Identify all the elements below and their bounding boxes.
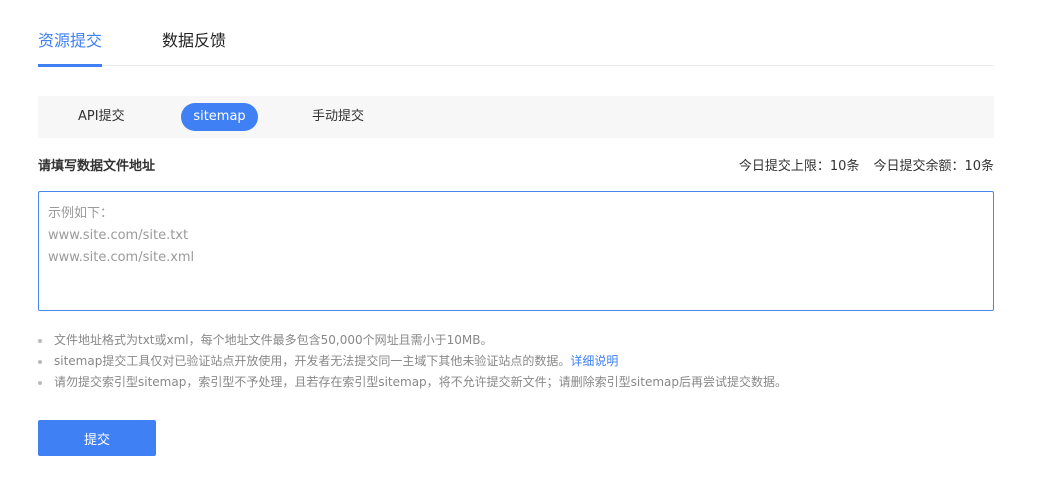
sitemap-url-input[interactable] [38, 191, 994, 311]
tab-manual-submit[interactable]: 手动提交 [312, 103, 364, 131]
note-text: 文件地址格式为txt或xml，每个地址文件最多包含50,000个网址且需小于10… [54, 333, 493, 347]
sitemap-submit-page: 资源提交 数据反馈 API提交 sitemap 手动提交 请填写数据文件地址 今… [0, 0, 1037, 480]
notes-list: 文件地址格式为txt或xml，每个地址文件最多包含50,000个网址且需小于10… [38, 330, 998, 393]
note-text: sitemap提交工具仅对已验证站点开放使用，开发者无法提交同一主域下其他未验证… [54, 354, 571, 368]
note-text: 请勿提交索引型sitemap，索引型不予处理，且若存在索引型sitemap，将不… [54, 375, 788, 389]
submit-method-tabs: API提交 sitemap 手动提交 [38, 96, 994, 138]
note-item-index: 请勿提交索引型sitemap，索引型不予处理，且若存在索引型sitemap，将不… [38, 372, 998, 393]
tab-data-feedback[interactable]: 数据反馈 [162, 30, 226, 66]
field-label: 请填写数据文件地址 [38, 159, 156, 174]
tab-api-submit[interactable]: API提交 [78, 103, 125, 131]
quota-remaining: 今日提交余额：10条 [873, 159, 994, 174]
note-item-format: 文件地址格式为txt或xml，每个地址文件最多包含50,000个网址且需小于10… [38, 330, 998, 351]
tab-sitemap[interactable]: sitemap [181, 103, 258, 131]
submit-button[interactable]: 提交 [38, 420, 156, 456]
note-item-verified: sitemap提交工具仅对已验证站点开放使用，开发者无法提交同一主域下其他未验证… [38, 351, 998, 372]
quota-info: 今日提交上限：10条 今日提交余额：10条 [739, 158, 994, 176]
tab-resource-submit[interactable]: 资源提交 [38, 30, 102, 67]
detail-link[interactable]: 详细说明 [570, 354, 618, 368]
top-tab-bar: 资源提交 数据反馈 [38, 0, 994, 67]
quota-limit: 今日提交上限：10条 [738, 159, 860, 174]
